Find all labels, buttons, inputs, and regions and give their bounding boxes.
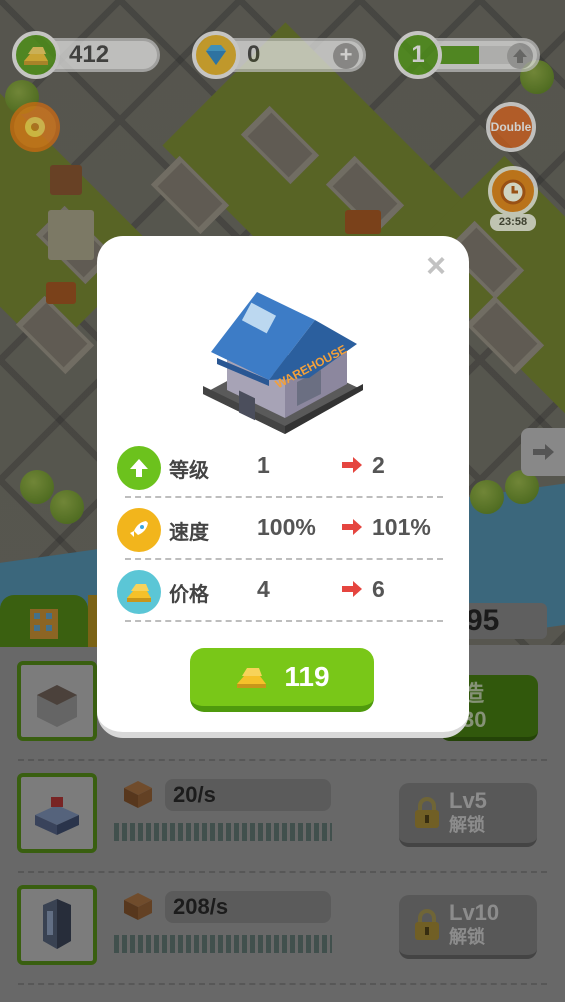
gold-bars-icon	[117, 570, 161, 614]
stat-row-speed: 速度 100% 101%	[117, 498, 443, 560]
gold-bars-icon	[237, 668, 267, 688]
upgrade-buy-button[interactable]: 119	[190, 648, 374, 712]
double-button[interactable]: Double	[486, 102, 536, 152]
close-icon[interactable]: ×	[421, 249, 451, 283]
stat-next: 6	[372, 576, 385, 602]
compass-icon	[25, 117, 45, 137]
stat-label: 等级	[169, 460, 209, 482]
level-badge: 1	[394, 31, 442, 79]
arrow-right-icon	[342, 581, 362, 597]
timer-text: 23:58	[490, 214, 536, 231]
stat-current: 4	[257, 576, 270, 602]
stat-label: 价格	[169, 584, 209, 606]
stat-next: 101%	[372, 514, 431, 540]
stat-current: 1	[257, 452, 270, 478]
stat-row-level: 等级 1 2	[117, 436, 443, 498]
level-progress-fill	[437, 46, 479, 64]
gold-amount: 412	[69, 41, 110, 68]
arrow-right-icon	[342, 457, 362, 473]
gold-icon	[12, 31, 60, 79]
up-arrow-icon	[513, 49, 527, 63]
upgrade-dialog: × WAREHOUSE 等级 1 2 速度 100% 101% 价格 4 6 1…	[97, 236, 469, 738]
arrow-right-icon	[342, 519, 362, 535]
stat-next: 2	[372, 452, 385, 478]
level-up-button[interactable]	[507, 43, 533, 69]
settings-button[interactable]	[10, 102, 60, 152]
double-label: Double	[490, 120, 532, 134]
add-gems-button[interactable]: +	[333, 43, 359, 69]
upgrade-cost: 119	[284, 661, 330, 692]
warehouse-illustration: WAREHOUSE	[203, 292, 363, 434]
level-number: 1	[411, 41, 425, 68]
rocket-icon	[117, 508, 161, 552]
level-up-arrow-icon	[117, 446, 161, 490]
gem-amount: 0	[247, 41, 261, 68]
level-progress	[437, 46, 513, 64]
alarm-clock-icon	[500, 179, 526, 205]
stat-row-price: 价格 4 6	[117, 560, 443, 622]
stat-label: 速度	[169, 522, 209, 544]
stat-current: 100%	[257, 514, 316, 540]
timer-button[interactable]	[488, 166, 538, 216]
gem-icon	[192, 31, 240, 79]
hud: 412 0 + 1 Double 23:58	[0, 0, 565, 240]
